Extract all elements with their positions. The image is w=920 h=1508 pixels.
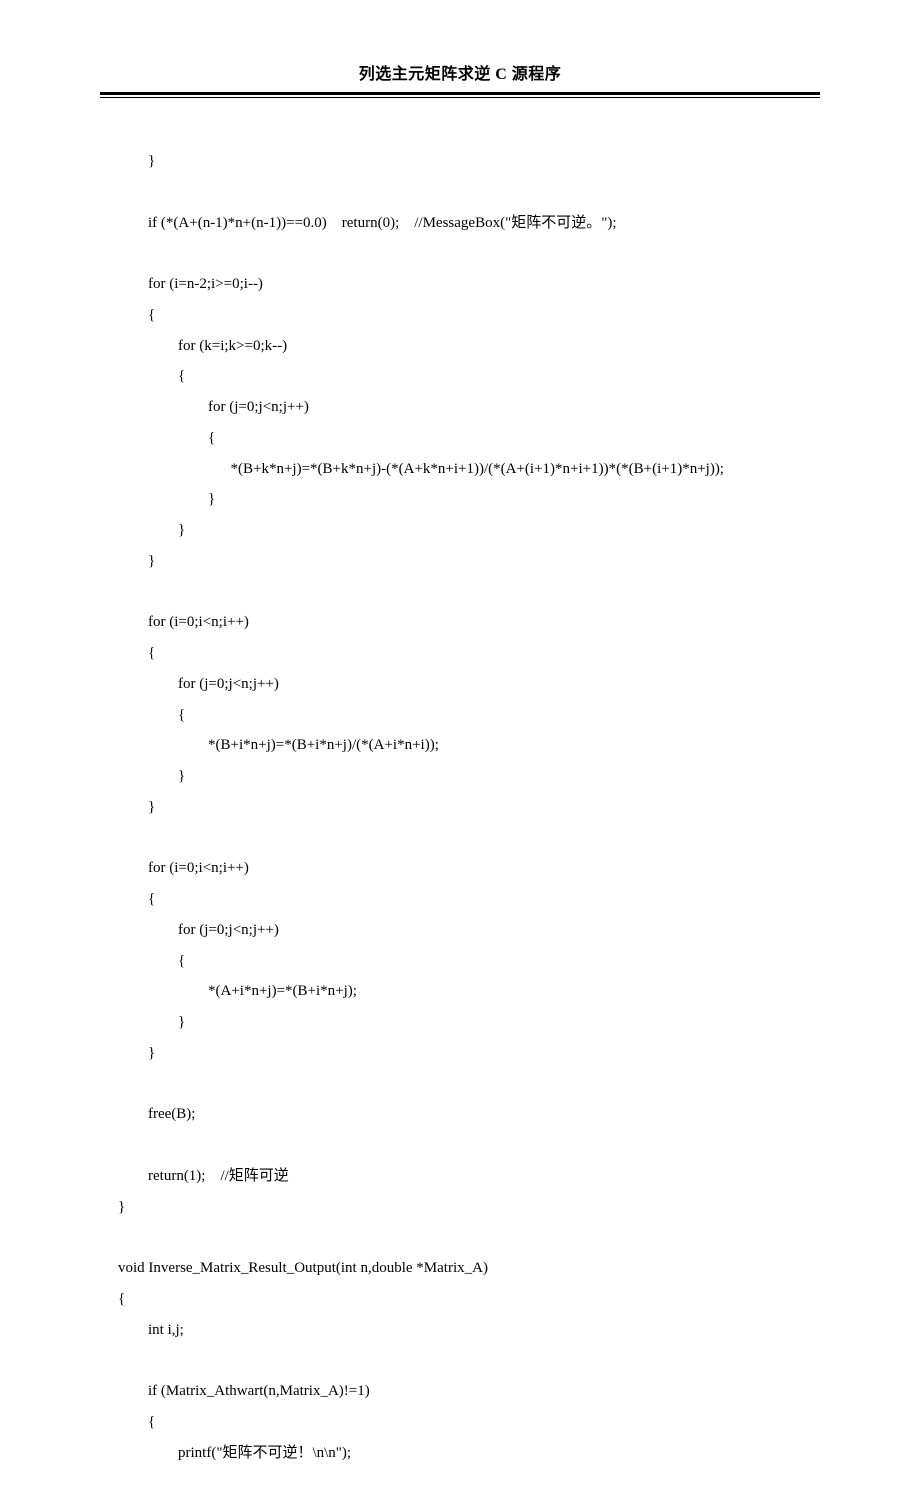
code-line: return(1); //矩阵可逆 bbox=[118, 1168, 289, 1184]
code-line: } bbox=[118, 522, 185, 538]
code-line: free(B); bbox=[118, 1106, 195, 1122]
code-line: } bbox=[118, 1199, 125, 1215]
code-line: { bbox=[118, 645, 155, 661]
page-title: 列选主元矩阵求逆 C 源程序 bbox=[100, 60, 820, 84]
code-line: { bbox=[118, 368, 185, 384]
code-line: for (i=0;i<n;i++) bbox=[118, 614, 249, 630]
code-line: { bbox=[118, 307, 155, 323]
code-line: for (j=0;j<n;j++) bbox=[118, 399, 309, 415]
code-line: for (i=0;i<n;i++) bbox=[118, 860, 249, 876]
code-line: } bbox=[118, 553, 155, 569]
header-rule-thin bbox=[100, 97, 820, 98]
code-line: for (k=i;k>=0;k--) bbox=[118, 338, 287, 354]
code-line: { bbox=[118, 1414, 155, 1430]
code-line: if (Matrix_Athwart(n,Matrix_A)!=1) bbox=[118, 1383, 370, 1399]
code-line: *(B+i*n+j)=*(B+i*n+j)/(*(A+i*n+i)); bbox=[118, 737, 439, 753]
code-line: { bbox=[118, 707, 185, 723]
document-header: 列选主元矩阵求逆 C 源程序 bbox=[100, 60, 820, 84]
code-line: { bbox=[118, 1291, 125, 1307]
code-line: printf("矩阵不可逆！\n\n"); bbox=[118, 1445, 351, 1461]
code-line: } bbox=[118, 1014, 185, 1030]
code-line: *(B+k*n+j)=*(B+k*n+j)-(*(A+k*n+i+1))/(*(… bbox=[118, 461, 724, 477]
code-line: for (i=n-2;i>=0;i--) bbox=[118, 276, 263, 292]
code-line: void Inverse_Matrix_Result_Output(int n,… bbox=[118, 1260, 488, 1276]
code-line: if (*(A+(n-1)*n+(n-1))==0.0) return(0); … bbox=[118, 215, 617, 231]
code-line: int i,j; bbox=[118, 1322, 184, 1338]
code-line: for (j=0;j<n;j++) bbox=[118, 676, 279, 692]
code-line: for (j=0;j<n;j++) bbox=[118, 922, 279, 938]
code-line: } bbox=[118, 799, 155, 815]
code-line: } bbox=[118, 768, 185, 784]
code-line: } bbox=[118, 153, 155, 169]
code-block: } if (*(A+(n-1)*n+(n-1))==0.0) return(0)… bbox=[100, 146, 820, 1468]
header-rule-thick bbox=[100, 92, 820, 95]
code-line: } bbox=[118, 1045, 155, 1061]
code-line: { bbox=[118, 430, 215, 446]
page-container: 列选主元矩阵求逆 C 源程序 } if (*(A+(n-1)*n+(n-1))=… bbox=[0, 0, 920, 1508]
code-line: { bbox=[118, 953, 185, 969]
code-line: } bbox=[118, 491, 215, 507]
code-line: { bbox=[118, 891, 155, 907]
code-line: *(A+i*n+j)=*(B+i*n+j); bbox=[118, 983, 357, 999]
